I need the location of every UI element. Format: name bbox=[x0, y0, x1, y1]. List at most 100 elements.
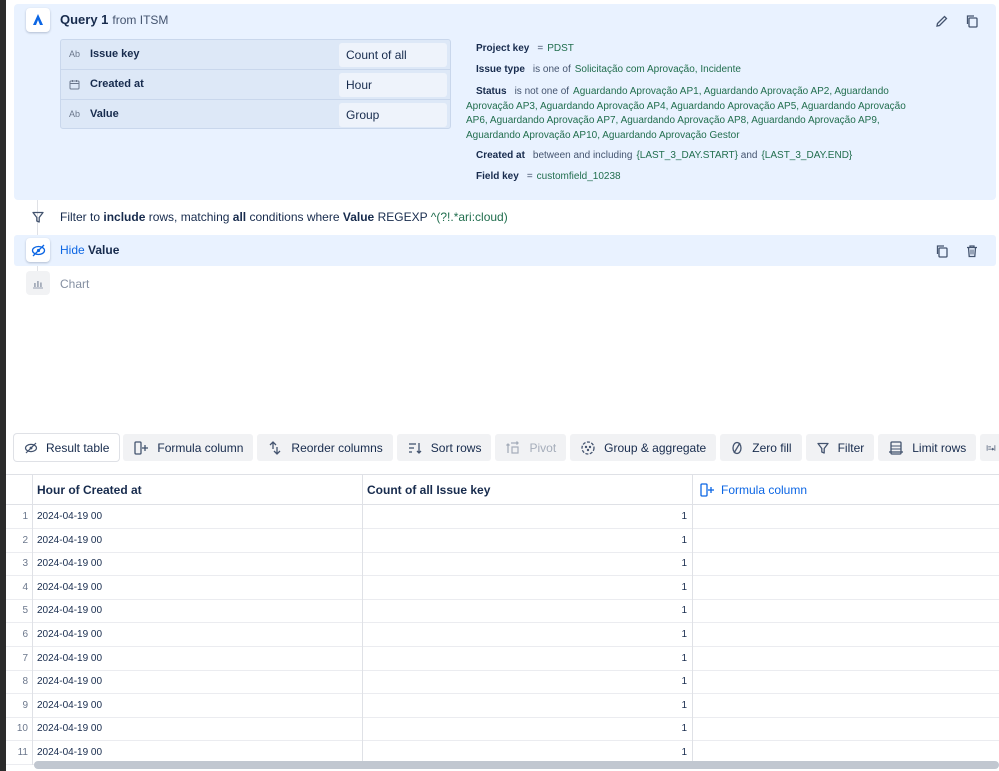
formula-column-button[interactable]: Formula column bbox=[123, 434, 254, 461]
cell-count[interactable]: 1 bbox=[363, 670, 693, 695]
text-type-icon: Ab bbox=[69, 109, 81, 119]
table-row[interactable]: 4 2024-04-19 00 1 bbox=[6, 575, 999, 600]
cell-hour[interactable]: 2024-04-19 00 bbox=[33, 670, 363, 695]
group-aggregate-icon bbox=[581, 440, 595, 455]
condition-created-at[interactable]: Created at between and including {LAST_3_D… bbox=[466, 149, 916, 164]
cell-formula[interactable] bbox=[693, 623, 999, 647]
table-row[interactable]: 3 2024-04-19 00 1 bbox=[6, 552, 999, 577]
pivot-button[interactable]: Pivot bbox=[495, 434, 567, 461]
cell-formula[interactable] bbox=[693, 505, 999, 529]
row-number: 10 bbox=[6, 717, 33, 742]
cell-formula[interactable] bbox=[693, 694, 999, 718]
aggregation-select[interactable]: Hour bbox=[339, 73, 447, 97]
bar-chart-icon bbox=[26, 271, 50, 295]
condition-value: Solicitação com Aprovação, Incidente bbox=[574, 64, 741, 75]
column-header-formula[interactable]: Formula column bbox=[693, 475, 999, 505]
duplicate-step-icon[interactable] bbox=[930, 239, 954, 263]
edit-pencil-icon[interactable] bbox=[930, 9, 954, 33]
condition-key: Created at bbox=[476, 150, 525, 161]
row-number: 5 bbox=[6, 599, 33, 624]
cell-hour[interactable]: 2024-04-19 00 bbox=[33, 599, 363, 624]
cell-hour[interactable]: 2024-04-19 00 bbox=[33, 528, 363, 553]
sort-rows-label: Sort rows bbox=[430, 440, 482, 455]
row-number: 4 bbox=[6, 575, 33, 600]
aggregation-select[interactable]: Group bbox=[339, 103, 447, 127]
limit-rows-button[interactable]: Limit rows bbox=[878, 434, 977, 461]
filter-all: all bbox=[232, 210, 247, 224]
query-fields: Ab Issue key Count of all Created at Hou… bbox=[60, 39, 451, 129]
cell-count[interactable]: 1 bbox=[363, 693, 693, 718]
horizontal-scrollbar[interactable] bbox=[34, 761, 999, 769]
condition-and: and bbox=[740, 150, 758, 161]
pivot-label: Pivot bbox=[529, 440, 557, 455]
field-row-issue-key[interactable]: Ab Issue key Count of all bbox=[61, 40, 450, 70]
trash-icon[interactable] bbox=[960, 239, 984, 263]
cell-count[interactable]: 1 bbox=[363, 552, 693, 577]
table-row[interactable]: 5 2024-04-19 00 1 bbox=[6, 599, 999, 624]
cell-count[interactable]: 1 bbox=[363, 599, 693, 624]
filter-pattern: ^(?!.*ari:cloud) bbox=[430, 210, 508, 224]
column-header-hour[interactable]: Hour of Created at bbox=[33, 475, 363, 505]
result-table-button[interactable]: Result table bbox=[14, 434, 120, 461]
cell-hour[interactable]: 2024-04-19 00 bbox=[33, 717, 363, 742]
condition-operator: = bbox=[526, 171, 533, 182]
row-number: 1 bbox=[6, 505, 33, 529]
eye-hidden-icon bbox=[26, 238, 50, 262]
condition-key: Project key bbox=[476, 43, 530, 54]
group-aggregate-button[interactable]: Group & aggregate bbox=[570, 434, 717, 461]
hide-field: Value bbox=[88, 243, 120, 257]
cell-hour[interactable]: 2024-04-19 00 bbox=[33, 646, 363, 671]
table-row[interactable]: 6 2024-04-19 00 1 bbox=[6, 623, 999, 647]
cell-formula[interactable] bbox=[693, 576, 999, 600]
cell-hour[interactable]: 2024-04-19 00 bbox=[33, 505, 363, 529]
cell-hour[interactable]: 2024-04-19 00 bbox=[33, 623, 363, 647]
filter-step[interactable]: Filter to include rows, matching all con… bbox=[60, 210, 508, 224]
cell-formula[interactable] bbox=[693, 670, 999, 694]
cell-formula[interactable] bbox=[693, 717, 999, 741]
cell-hour[interactable]: 2024-04-19 00 bbox=[33, 575, 363, 600]
condition-status[interactable]: Status is not one of Aguardando Aprovação … bbox=[466, 85, 916, 143]
cell-count[interactable]: 1 bbox=[363, 575, 693, 600]
cell-count[interactable]: 1 bbox=[363, 505, 693, 529]
more-steps-button[interactable] bbox=[980, 434, 999, 461]
cell-formula[interactable] bbox=[693, 647, 999, 671]
condition-project-key[interactable]: Project key = PDST bbox=[466, 42, 916, 57]
table-row[interactable]: 10 2024-04-19 00 1 bbox=[6, 717, 999, 742]
query-name: Query 1 bbox=[60, 12, 109, 27]
cell-formula[interactable] bbox=[693, 599, 999, 623]
filter-button[interactable]: Filter bbox=[805, 434, 875, 461]
formula-column-icon bbox=[700, 483, 714, 497]
cell-count[interactable]: 1 bbox=[363, 528, 693, 553]
row-number: 6 bbox=[6, 623, 33, 647]
table-row[interactable]: 1 2024-04-19 00 1 bbox=[6, 505, 999, 529]
cell-hour[interactable]: 2024-04-19 00 bbox=[33, 552, 363, 577]
pivot-icon bbox=[506, 440, 520, 454]
cell-hour[interactable]: 2024-04-19 00 bbox=[33, 693, 363, 718]
sort-rows-button[interactable]: Sort rows bbox=[396, 434, 492, 461]
cell-formula[interactable] bbox=[693, 552, 999, 576]
zero-fill-button[interactable]: Zero fill bbox=[720, 434, 802, 461]
cell-count[interactable]: 1 bbox=[363, 623, 693, 647]
table-row[interactable]: 8 2024-04-19 00 1 bbox=[6, 670, 999, 695]
reorder-columns-button[interactable]: Reorder columns bbox=[257, 434, 393, 461]
condition-issue-type[interactable]: Issue type is one of Solicitação com Aprov… bbox=[466, 63, 916, 78]
cell-count[interactable]: 1 bbox=[363, 646, 693, 671]
field-row-created-at[interactable]: Created at Hour bbox=[61, 70, 450, 100]
cell-formula[interactable] bbox=[693, 529, 999, 553]
filter-text: conditions where bbox=[249, 210, 340, 224]
cell-count[interactable]: 1 bbox=[363, 717, 693, 742]
field-row-value[interactable]: Ab Value Group bbox=[61, 100, 450, 130]
table-row[interactable]: 2 2024-04-19 00 1 bbox=[6, 528, 999, 553]
table-row[interactable]: 7 2024-04-19 00 1 bbox=[6, 646, 999, 671]
duplicate-query-icon[interactable] bbox=[960, 9, 984, 33]
hide-action: Hide bbox=[60, 243, 85, 257]
table-row[interactable]: 9 2024-04-19 00 1 bbox=[6, 693, 999, 718]
column-header-count[interactable]: Count of all Issue key bbox=[363, 475, 693, 505]
field-name: Created at bbox=[90, 78, 144, 90]
aggregation-select[interactable]: Count of all bbox=[339, 43, 447, 67]
query-source: ITSM bbox=[139, 13, 169, 27]
hide-step[interactable] bbox=[14, 235, 996, 266]
chart-step[interactable]: Chart bbox=[60, 277, 89, 291]
condition-field-key[interactable]: Field key = customfield_10238 bbox=[466, 170, 916, 185]
formula-column-header-label: Formula column bbox=[721, 483, 808, 497]
